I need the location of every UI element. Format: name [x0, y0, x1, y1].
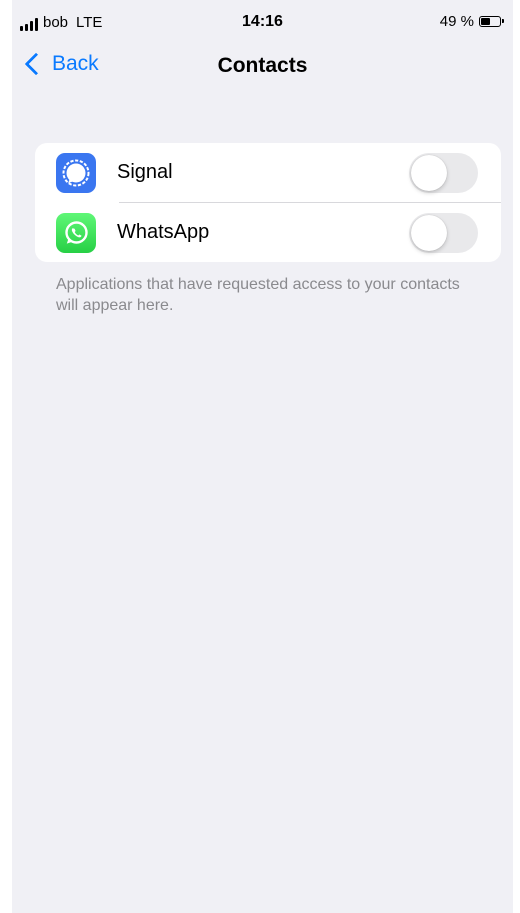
whatsapp-app-icon: [56, 213, 96, 253]
page-title: Contacts: [217, 54, 308, 77]
status-time: 14:16: [242, 13, 283, 30]
app-name-whatsapp: WhatsApp: [117, 221, 210, 243]
battery-percentage: 49 %: [439, 13, 474, 30]
app-name-signal: Signal: [117, 161, 173, 183]
status-bar: bob LTE 14:16 49 %: [12, 0, 513, 40]
list-item-whatsapp: WhatsApp: [35, 203, 501, 262]
signal-contacts-toggle[interactable]: [409, 153, 478, 193]
apps-list: Signal WhatsApp: [35, 143, 501, 262]
toggle-knob: [411, 155, 447, 191]
toggle-knob: [411, 215, 447, 251]
list-item-signal: Signal: [35, 143, 501, 203]
settings-screen: bob LTE 14:16 49 % Back Contacts Signal …: [12, 0, 513, 913]
navigation-bar: Back Contacts: [12, 44, 513, 88]
status-right: 49 %: [439, 13, 504, 30]
footer-note: Applications that have requested access …: [56, 276, 460, 314]
signal-app-icon: [56, 153, 96, 193]
whatsapp-contacts-toggle[interactable]: [409, 213, 478, 253]
battery-icon: [479, 16, 504, 27]
